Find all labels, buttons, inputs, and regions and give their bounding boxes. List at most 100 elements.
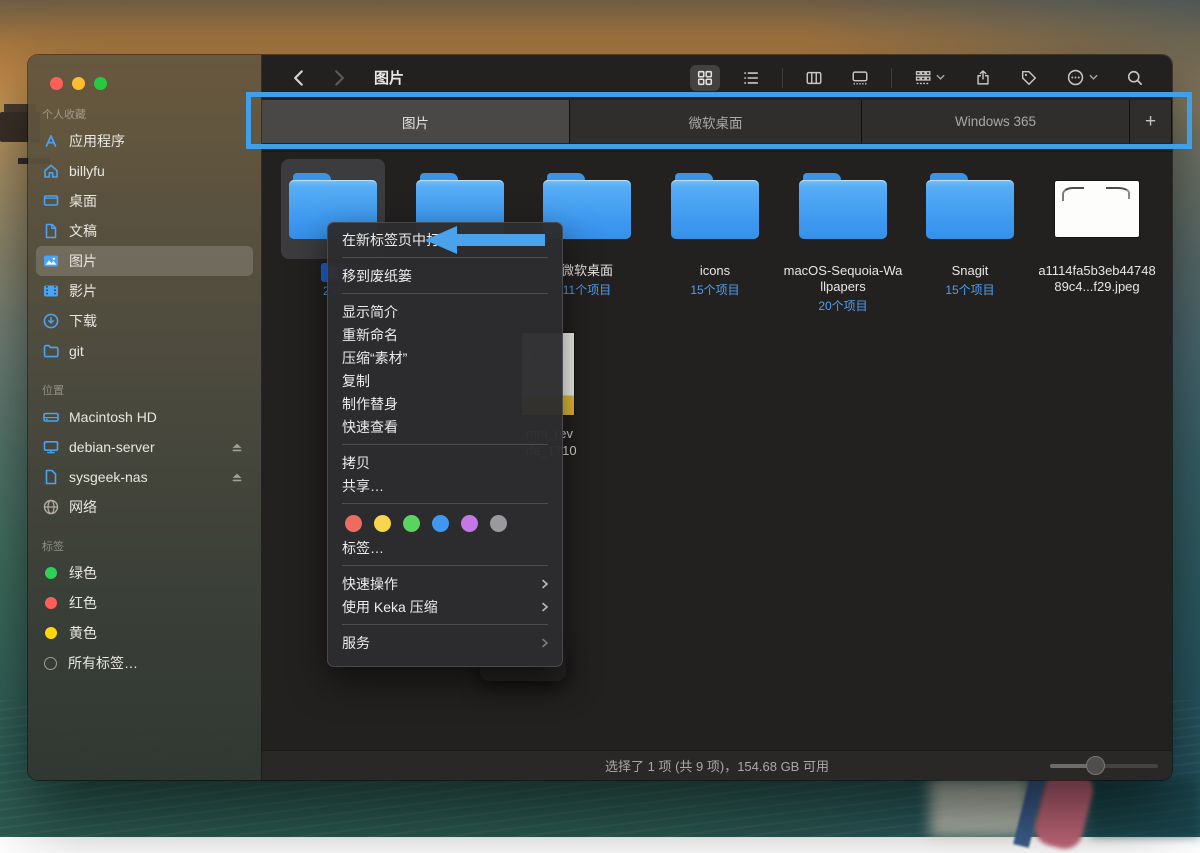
sidebar-item-network[interactable]: 网络 <box>36 492 253 522</box>
gallery-view-icon <box>851 69 869 87</box>
finder-window: 个人收藏 应用程序 billyfu 桌面 文稿 图片 影片 下载 <box>28 55 1172 780</box>
zoom-button[interactable] <box>94 77 107 90</box>
group-view-button[interactable] <box>908 65 952 91</box>
icon-view-button[interactable] <box>690 65 720 91</box>
menu-item-share[interactable]: 共享… <box>328 474 562 497</box>
file-count: 15个项目 <box>653 281 777 298</box>
sidebar-item-home[interactable]: billyfu <box>36 156 253 186</box>
minimize-button[interactable] <box>72 77 85 90</box>
pictures-icon <box>42 252 60 270</box>
gallery-view-button[interactable] <box>845 65 875 91</box>
sidebar-item-debian-server[interactable]: debian-server <box>36 432 253 462</box>
column-view-button[interactable] <box>799 65 829 91</box>
tag-icon <box>1020 69 1038 87</box>
search-button[interactable] <box>1120 65 1150 91</box>
sidebar-item-macintosh-hd[interactable]: Macintosh HD <box>36 402 253 432</box>
all-tags-icon <box>44 657 57 670</box>
file-folder-snagit[interactable]: Snagit 15个项目 <box>908 159 1032 298</box>
sidebar-item-documents[interactable]: 文稿 <box>36 216 253 246</box>
sidebar-item-tag-red[interactable]: 红色 <box>36 588 253 618</box>
tag-green[interactable] <box>403 515 420 532</box>
menu-item-keka-compress[interactable]: 使用 Keka 压缩 <box>328 595 562 618</box>
menu-item-compress[interactable]: 压缩“素材” <box>328 346 562 369</box>
sidebar-item-all-tags[interactable]: 所有标签… <box>36 648 253 678</box>
list-view-button[interactable] <box>736 65 766 91</box>
chevron-down-icon <box>1088 72 1099 83</box>
back-button[interactable] <box>288 67 310 89</box>
sidebar-item-label: 红色 <box>69 593 97 613</box>
close-button[interactable] <box>50 77 63 90</box>
menu-item-label: 快速查看 <box>342 417 398 437</box>
sidebar-item-desktop[interactable]: 桌面 <box>36 186 253 216</box>
menu-separator <box>342 503 548 504</box>
file-folder-icons[interactable]: icons 15个项目 <box>653 159 777 298</box>
sidebar-item-downloads[interactable]: 下载 <box>36 306 253 336</box>
grid-view-icon <box>696 69 714 87</box>
green-tag-icon <box>45 567 57 579</box>
sidebar-item-tag-yellow[interactable]: 黄色 <box>36 618 253 648</box>
menu-item-copy[interactable]: 拷贝 <box>328 451 562 474</box>
menu-item-quick-look[interactable]: 快速查看 <box>328 415 562 438</box>
tag-purple[interactable] <box>461 515 478 532</box>
tag-button[interactable] <box>1014 65 1044 91</box>
chevron-down-icon <box>935 72 946 83</box>
movies-icon <box>42 282 60 300</box>
server-icon <box>42 438 60 456</box>
sidebar-item-label: git <box>69 343 84 359</box>
sidebar-item-label: 黄色 <box>69 623 97 643</box>
wallpaper-sand <box>930 778 1030 837</box>
menu-item-get-info[interactable]: 显示简介 <box>328 300 562 323</box>
sidebar-item-label: 影片 <box>69 281 97 301</box>
tag-color-row <box>328 510 562 536</box>
menu-item-label: 标签… <box>342 538 384 558</box>
menu-item-rename[interactable]: 重新命名 <box>328 323 562 346</box>
tag-gray[interactable] <box>490 515 507 532</box>
more-actions-button[interactable] <box>1060 65 1104 91</box>
sidebar: 个人收藏 应用程序 billyfu 桌面 文稿 图片 影片 下载 <box>28 55 262 780</box>
tag-red[interactable] <box>345 515 362 532</box>
tag-blue[interactable] <box>432 515 449 532</box>
icon-size-slider[interactable] <box>1050 764 1158 768</box>
sidebar-item-applications[interactable]: 应用程序 <box>36 126 253 156</box>
hard-drive-icon <box>42 408 60 426</box>
toolbar-divider <box>782 68 783 88</box>
menu-item-move-to-trash[interactable]: 移到废纸篓 <box>328 264 562 287</box>
sidebar-section-locations: 位置 <box>28 382 261 402</box>
file-name: icons <box>653 263 777 279</box>
status-bar: 选择了 1 项 (共 9 项)，154.68 GB 可用 <box>262 750 1172 780</box>
folder-icon <box>799 173 887 239</box>
group-view-icon <box>914 69 932 87</box>
file-image-jpeg[interactable]: a1114fa5b3eb4474889c4...f29.jpeg <box>1035 159 1159 295</box>
menu-item-make-alias[interactable]: 制作替身 <box>328 392 562 415</box>
sidebar-item-movies[interactable]: 影片 <box>36 276 253 306</box>
forward-button[interactable] <box>328 67 350 89</box>
menu-item-tags[interactable]: 标签… <box>328 536 562 559</box>
sidebar-section-favorites: 个人收藏 <box>28 106 261 126</box>
sidebar-item-git[interactable]: git <box>36 336 253 366</box>
status-text: 选择了 1 项 (共 9 项)，154.68 GB 可用 <box>605 756 829 775</box>
menu-item-quick-actions[interactable]: 快速操作 <box>328 572 562 595</box>
eject-icon[interactable] <box>229 469 245 485</box>
file-name: Snagit <box>908 263 1032 279</box>
downloads-icon <box>42 312 60 330</box>
slider-knob[interactable] <box>1086 756 1105 775</box>
file-folder-sequoia-wallpapers[interactable]: macOS-Sequoia-Wallpapers 20个项目 <box>781 159 905 314</box>
menu-item-services[interactable]: 服务 <box>328 631 562 654</box>
menu-item-label: 制作替身 <box>342 394 398 414</box>
column-view-icon <box>805 69 823 87</box>
file-name: a1114fa5b3eb4474889c4...f29.jpeg <box>1035 263 1159 295</box>
sidebar-item-label: Macintosh HD <box>69 409 157 425</box>
menu-separator <box>342 293 548 294</box>
sidebar-item-pictures[interactable]: 图片 <box>36 246 253 276</box>
sidebar-item-sysgeek-nas[interactable]: sysgeek-nas <box>36 462 253 492</box>
menu-item-label: 服务 <box>342 633 370 653</box>
sidebar-item-tag-green[interactable]: 绿色 <box>36 558 253 588</box>
eject-icon[interactable] <box>229 439 245 455</box>
tag-yellow[interactable] <box>374 515 391 532</box>
menu-separator <box>342 444 548 445</box>
menu-item-duplicate[interactable]: 复制 <box>328 369 562 392</box>
document-icon <box>42 222 60 240</box>
submenu-chevron-icon <box>540 579 550 589</box>
network-icon <box>42 498 60 516</box>
share-button[interactable] <box>968 65 998 91</box>
